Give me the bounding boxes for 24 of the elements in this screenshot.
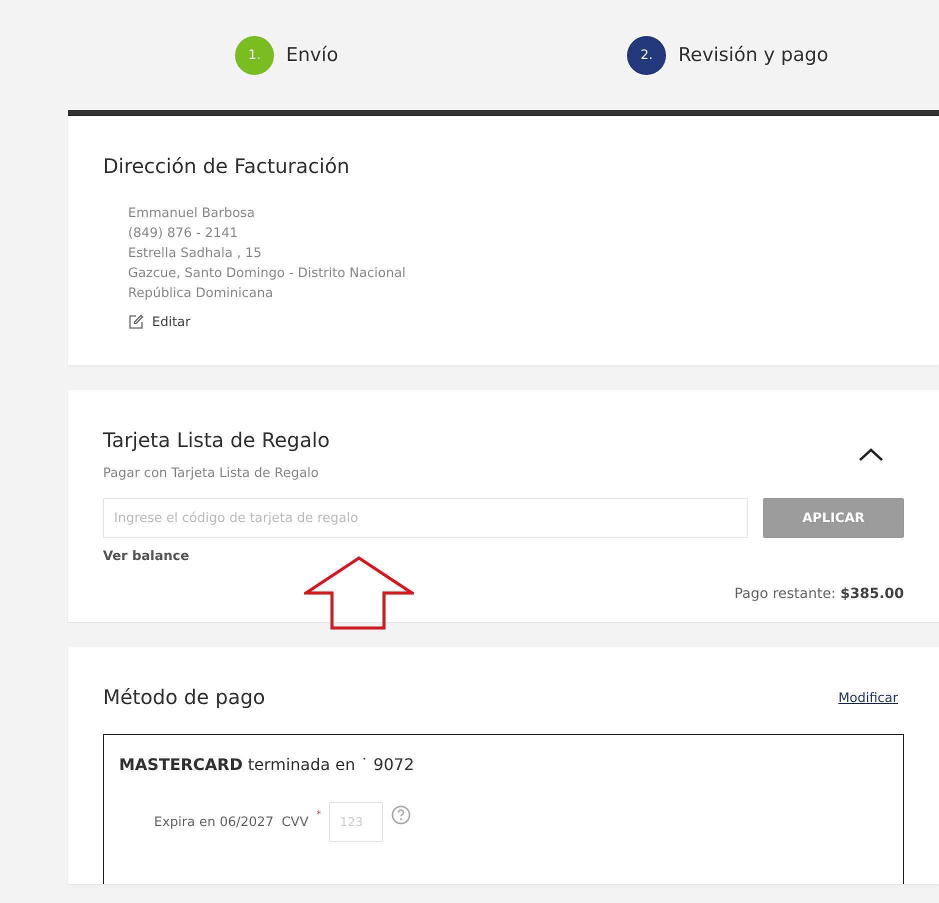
edit-link[interactable]: Editar [128, 314, 190, 330]
modify-link[interactable]: Modificar [838, 691, 898, 706]
arrow-icon [304, 556, 414, 630]
section-title: Tarjeta Lista de Regalo [103, 428, 330, 452]
subtitle: Pagar con Tarjeta Lista de Regalo [103, 466, 320, 481]
step-label: Revisión y pago [678, 44, 828, 66]
remaining-payment: Pago restante: $385.00 [733, 586, 904, 602]
address-line: Gazcue, Santo Domingo - Distrito Nacional [128, 265, 407, 283]
balance-link[interactable]: Ver balance [103, 549, 190, 564]
address-line: Estrella Sadhala , 15 [128, 245, 263, 263]
gift-code-field[interactable]: Ingrese el código de tarjeta de regalo [103, 498, 748, 538]
card-description: MASTERCARD terminada en ˙ 9072 [119, 755, 414, 774]
section-title: Método de pago [103, 685, 266, 709]
required-mark: * [316, 810, 321, 820]
expiry-text: Expira en 06/2027 [154, 814, 274, 830]
address-line: República Dominicana [128, 285, 274, 303]
address-line: Emmanuel Barbosa [128, 205, 256, 223]
section-title: Dirección de Facturación [103, 154, 351, 178]
step-label: Envío [286, 44, 338, 66]
step-number: 2. [627, 36, 666, 74]
edit-icon [128, 314, 144, 330]
step-number: 1. [235, 36, 274, 74]
cvv-label: CVV [282, 814, 308, 830]
address-line: (849) 876 - 2141 [128, 225, 239, 243]
